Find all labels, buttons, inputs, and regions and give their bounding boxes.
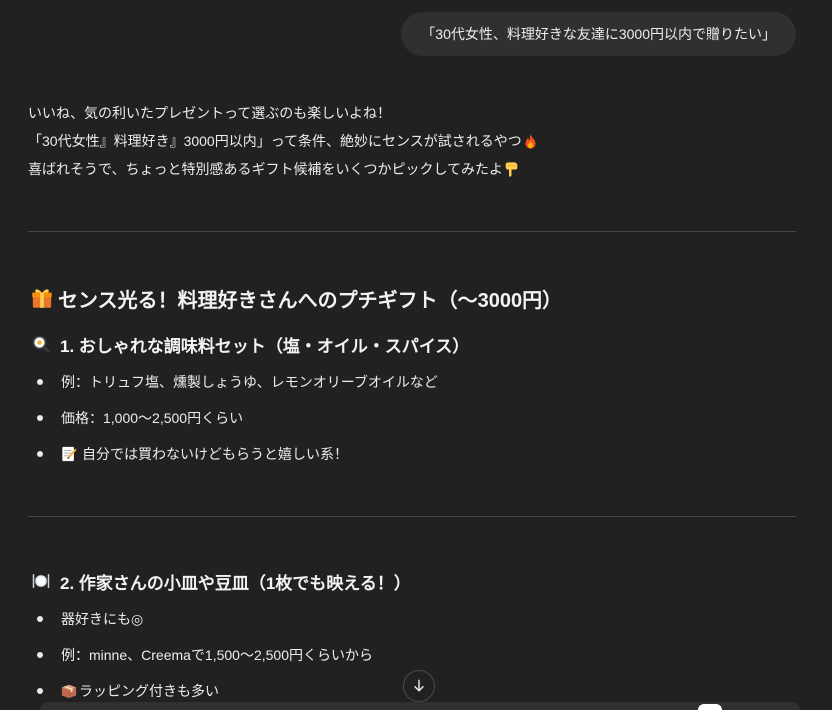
- intro-text: 喜ばれそうで、ちょっと特別感あるギフト候補をいくつかピックしてみたよ: [28, 161, 504, 177]
- scroll-to-bottom-button[interactable]: [403, 670, 435, 702]
- list-item-text: 自分では買わないけどもらうと嬉しい系！: [82, 446, 348, 462]
- memo-icon: [62, 446, 77, 462]
- section-divider: [28, 231, 796, 232]
- intro-line: 「30代女性』料理好き』3000円以内」って条件、絶妙にセンスが試されるやつ: [28, 127, 796, 155]
- section-title: 2. 作家さんの小皿や豆皿（1枚でも映える！）: [30, 567, 411, 595]
- list-item-text: 器好きにも◎: [61, 611, 144, 627]
- intro-line: 喜ばれそうで、ちょっと特別感あるギフト候補をいくつかピックしてみたよ: [28, 155, 796, 183]
- list-item: 例：minne、Creemaで1,500〜2,500円くらいから: [28, 637, 796, 673]
- arrow-down-icon: [414, 679, 424, 692]
- bullet-dot: [37, 451, 43, 457]
- composer-action-button[interactable]: [698, 704, 722, 710]
- gift-icon: [32, 289, 52, 308]
- list-item-text: ラッピング付きも多い: [79, 683, 219, 699]
- bullet-dot: [37, 616, 43, 622]
- section-title: 1. おしゃれな調味料セット（塩・オイル・スパイス）: [30, 330, 469, 358]
- list-item-text: 例：minne、Creemaで1,500〜2,500円くらいから: [61, 647, 373, 663]
- section-title-text: 1. おしゃれな調味料セット（塩・オイル・スパイス）: [60, 336, 470, 356]
- intro-line: いいね、気の利いたプレゼントって選ぶのも楽しいよね！: [28, 99, 796, 127]
- message-composer[interactable]: [40, 702, 800, 710]
- user-message-text: 「30代女性、料理好きな友達に3000円以内で贈りたい」: [421, 26, 776, 42]
- list-item: 価格：1,000〜2,500円くらい: [28, 400, 796, 436]
- package-icon: [61, 684, 77, 699]
- pointing-down-icon: [505, 161, 518, 177]
- bullet-list: 例：トリュフ塩、燻製しょうゆ、レモンオリーブオイルなど 価格：1,000〜2,5…: [28, 364, 796, 472]
- section-title-text: 2. 作家さんの小皿や豆皿（1枚でも映える！）: [60, 573, 411, 593]
- intro-text: 「30代女性』料理好き』3000円以内」って条件、絶妙にセンスが試されるやつ: [28, 133, 522, 149]
- gift-list-heading: センス光る！料理好きさんへのプチギフト（〜3000円）: [28, 282, 562, 314]
- section-divider: [28, 516, 796, 517]
- bullet-dot: [37, 415, 43, 421]
- plate-with-cutlery-icon: [32, 574, 50, 588]
- list-item: 自分では買わないけどもらうと嬉しい系！: [28, 436, 796, 472]
- fried-egg-pan-icon: [32, 335, 50, 353]
- bullet-dot: [37, 379, 43, 385]
- user-message-bubble: 「30代女性、料理好きな友達に3000円以内で贈りたい」: [401, 12, 796, 56]
- intro-text: いいね、気の利いたプレゼントって選ぶのも楽しいよね！: [28, 105, 392, 121]
- bullet-dot: [37, 652, 43, 658]
- list-item-text: 価格：1,000〜2,500円くらい: [61, 410, 244, 426]
- list-item: 器好きにも◎: [28, 601, 796, 637]
- heading-text: センス光る！料理好きさんへのプチギフト（〜3000円）: [58, 289, 563, 312]
- fire-icon: [525, 133, 536, 149]
- list-item: 例：トリュフ塩、燻製しょうゆ、レモンオリーブオイルなど: [28, 364, 796, 400]
- bullet-dot: [37, 688, 43, 694]
- assistant-intro: いいね、気の利いたプレゼントって選ぶのも楽しいよね！ 「30代女性』料理好き』3…: [28, 99, 796, 183]
- list-item-text: 例：トリュフ塩、燻製しょうゆ、レモンオリーブオイルなど: [61, 374, 438, 390]
